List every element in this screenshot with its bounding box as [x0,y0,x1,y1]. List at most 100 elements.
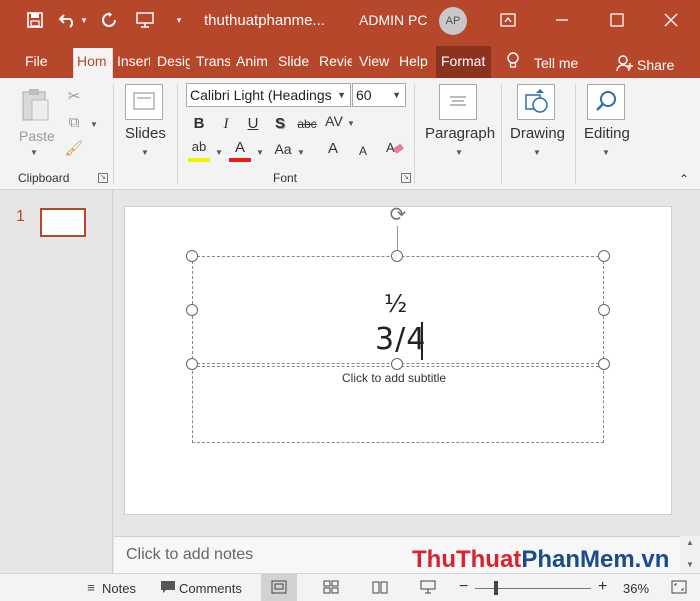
italic-button[interactable]: I [215,113,237,135]
fit-slide-icon[interactable] [670,580,688,596]
tab-review[interactable]: Revie [319,50,352,78]
resize-handle[interactable] [598,250,610,262]
zoom-slider-thumb[interactable] [493,581,498,595]
tab-home[interactable]: Hom [73,48,113,78]
drawing-button[interactable]: Drawing [510,125,565,142]
font-color-dropdown-icon[interactable]: ▼ [256,148,264,157]
tab-format[interactable]: Format [436,46,491,78]
resize-handle[interactable] [186,304,198,316]
tab-view[interactable]: View [359,50,393,78]
zoom-in-button[interactable]: + [598,578,607,596]
resize-handle[interactable] [391,250,403,262]
character-spacing-button[interactable]: AV [323,110,345,132]
copy-dropdown-icon[interactable]: ▼ [90,120,98,129]
notes-icon[interactable]: ≡ [82,580,100,596]
paragraph-icon[interactable] [439,84,477,120]
tab-insert[interactable]: Insert [117,50,150,78]
undo-icon[interactable] [57,9,79,31]
zoom-level[interactable]: 36% [623,581,649,596]
close-icon[interactable] [656,6,686,34]
group-divider [177,84,178,184]
tab-slide-show[interactable]: Slide [278,50,313,78]
change-case-dropdown-icon[interactable]: ▼ [297,148,305,157]
highlight-dropdown-icon[interactable]: ▼ [215,148,223,157]
clipboard-launcher-icon[interactable]: ↘ [98,173,108,183]
rotate-handle-icon[interactable]: ⟳ [386,203,410,227]
slides-dropdown-icon[interactable]: ▼ [141,148,149,157]
subtitle-placeholder-text[interactable]: Click to add subtitle [342,371,446,385]
paragraph-button[interactable]: Paragraph [425,125,495,142]
cut-icon[interactable]: ✂ [63,86,85,108]
text-shadow-button[interactable]: S [269,113,291,135]
tell-me-search[interactable]: Tell me [534,52,578,80]
new-slide-icon[interactable] [125,84,163,120]
collapse-ribbon-icon[interactable]: ⌃ [673,168,695,190]
lightbulb-icon[interactable] [502,50,524,72]
title-text-line-2[interactable]: 3/4 [375,322,426,357]
comments-button[interactable]: Comments [179,581,242,596]
find-icon[interactable] [587,84,625,120]
paste-icon[interactable] [20,88,50,124]
resize-handle[interactable] [186,250,198,262]
shapes-icon[interactable] [517,84,555,120]
paste-dropdown-icon[interactable]: ▼ [30,148,38,157]
undo-dropdown-icon[interactable]: ▼ [78,9,90,31]
editing-button[interactable]: Editing [584,125,630,142]
zoom-out-button[interactable]: − [459,578,468,596]
notes-placeholder-text[interactable]: Click to add notes [126,546,253,564]
font-name-combo[interactable]: Calibri Light (Headings ▼ [186,83,351,107]
bold-button[interactable]: B [188,113,210,135]
avatar[interactable]: AP [439,7,467,35]
scroll-up-icon[interactable]: ▲ [686,538,694,547]
drawing-dropdown-icon[interactable]: ▼ [533,148,541,157]
group-divider [575,84,576,184]
slide-thumbnail[interactable] [40,208,86,237]
change-case-button[interactable]: Aa [271,138,295,160]
maximize-icon[interactable] [602,6,632,34]
notes-scrollbar[interactable]: ▲ ▼ [680,536,700,573]
resize-handle[interactable] [391,358,403,370]
paragraph-dropdown-icon[interactable]: ▼ [455,148,463,157]
copy-icon[interactable]: ⧉ [63,112,85,134]
resize-handle[interactable] [598,358,610,370]
reading-view-icon[interactable] [371,580,389,596]
save-icon[interactable] [24,9,46,31]
redo-icon[interactable] [98,9,120,31]
font-size-combo[interactable]: 60 ▼ [352,83,406,107]
paste-button[interactable]: Paste [19,128,55,144]
scroll-down-icon[interactable]: ▼ [686,560,694,569]
slides-button[interactable]: Slides [125,125,166,142]
slide-sorter-icon[interactable] [322,580,340,596]
resize-handle[interactable] [186,358,198,370]
resize-handle[interactable] [598,304,610,316]
ribbon-display-options-icon[interactable] [493,6,523,34]
grow-font-button[interactable]: A [322,138,344,160]
strikethrough-button[interactable]: abc [294,113,320,135]
font-launcher-icon[interactable]: ↘ [401,173,411,183]
editing-dropdown-icon[interactable]: ▼ [602,148,610,157]
tab-help[interactable]: Help [399,50,432,78]
customize-toolbar-icon[interactable]: ▾ [168,9,190,31]
font-color-button[interactable]: A [229,138,251,162]
notes-button[interactable]: Notes [102,581,136,596]
tab-design[interactable]: Desig [157,50,190,78]
comments-icon[interactable] [159,580,177,596]
title-text-line-1[interactable]: ½ [384,290,407,318]
normal-view-icon[interactable] [270,580,288,596]
tab-file[interactable]: File [25,50,55,78]
highlight-button[interactable]: ab [188,138,210,162]
minimize-icon[interactable] [547,6,577,34]
group-divider [414,84,415,184]
user-name[interactable]: ADMIN PC [359,12,427,28]
underline-button[interactable]: U [242,113,264,135]
shrink-font-button[interactable]: A [352,140,374,162]
format-painter-icon[interactable]: 🖌 [63,138,85,160]
slide-show-icon[interactable] [419,580,437,596]
tab-animations[interactable]: Anim [236,50,271,78]
zoom-slider[interactable] [475,588,591,589]
clear-formatting-icon[interactable]: A [384,138,406,160]
character-spacing-dropdown-icon[interactable]: ▼ [347,119,355,128]
presentation-from-start-icon[interactable] [134,9,156,31]
share-icon[interactable] [614,52,636,74]
tab-transitions[interactable]: Trans [196,50,230,78]
